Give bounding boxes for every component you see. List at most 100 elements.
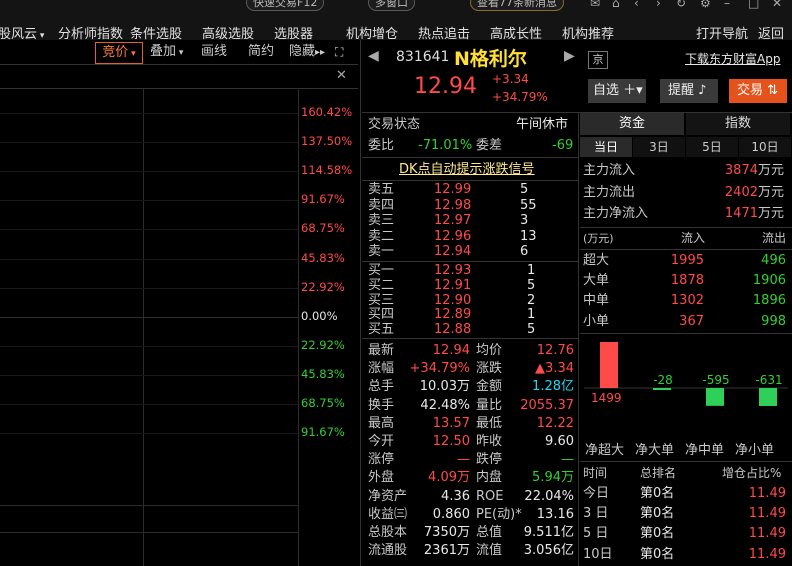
pct-label: 91.67% xyxy=(301,192,345,207)
news-button[interactable]: 查看77条新消息 xyxy=(470,0,564,11)
sell-level-volume: 3 xyxy=(520,213,529,228)
stat-label: ROE xyxy=(476,488,504,504)
next-stock-icon[interactable]: ▶ xyxy=(564,48,575,64)
order-ratio-value: -71.01% xyxy=(418,138,473,153)
tab-index[interactable]: 指数 xyxy=(686,113,790,135)
stat-value: 9.60 xyxy=(545,434,574,449)
buy-level-label: 买三 xyxy=(368,292,395,308)
multi-window-button[interactable]: 多窗口 xyxy=(368,0,415,11)
close-icon[interactable]: ✕ xyxy=(772,0,782,10)
divider xyxy=(580,227,792,228)
watchlist-label: 自选 xyxy=(593,83,620,98)
pct-label: 160.42% xyxy=(301,105,353,119)
period-tab[interactable]: 3日 xyxy=(633,137,685,157)
stock-code: 831641 xyxy=(396,49,450,65)
period-tab[interactable]: 10日 xyxy=(739,137,791,157)
stat-value: 4.09万 xyxy=(428,470,470,486)
sell-level-volume: 55 xyxy=(520,197,537,213)
simple-button[interactable]: 简约 xyxy=(248,42,274,64)
bar-label: 净小单 xyxy=(735,443,775,458)
stat-label: 净资产 xyxy=(368,488,408,504)
watchlist-button[interactable]: 自选 ＋▾ xyxy=(588,79,646,103)
maximize-icon[interactable]: □ xyxy=(748,0,759,10)
bar-label: 净超大 xyxy=(585,443,625,458)
fund-row-in: 367 xyxy=(679,313,704,329)
rank-share: 11.49 xyxy=(748,546,786,562)
stat-value: 10.03万 xyxy=(419,379,470,395)
hide-label: 隐藏 xyxy=(289,44,316,59)
sell-level-label: 卖四 xyxy=(368,197,395,213)
stat-label: 量比 xyxy=(476,397,503,413)
home-icon[interactable]: ⌂ xyxy=(612,0,620,10)
stat-label: PE(动)* xyxy=(476,506,522,522)
rank-share: 11.49 xyxy=(748,486,786,501)
exchange-badge: 京 xyxy=(588,51,608,69)
period-tab[interactable]: 5日 xyxy=(686,137,738,157)
stat-value: 42.48% xyxy=(420,397,470,413)
close-panel-icon[interactable]: ✕ xyxy=(336,68,347,83)
settings-icon[interactable]: ⚙ xyxy=(700,0,711,10)
minimize-icon[interactable]: – xyxy=(724,0,730,10)
buy-level-volume: 5 xyxy=(527,277,536,293)
stat-value: — xyxy=(561,452,574,468)
period-tab[interactable]: 当日 xyxy=(580,137,632,157)
alert-button[interactable]: 提醒 ♪ xyxy=(660,79,718,103)
stat-value: 1.28亿 xyxy=(532,379,574,395)
dk-signal-link[interactable]: DK点自动提示涨跌信号 xyxy=(399,160,535,179)
buy-level-label: 买五 xyxy=(368,322,395,338)
volume-divider xyxy=(0,505,298,506)
sell-level-label: 卖一 xyxy=(368,244,395,259)
stat-value: — xyxy=(457,452,470,468)
divider xyxy=(362,180,578,181)
divider xyxy=(362,261,578,262)
stat-label: 总手 xyxy=(368,379,395,395)
download-app-link[interactable]: 下载东方财富App xyxy=(685,50,780,67)
buy-level-price: 12.89 xyxy=(434,307,472,323)
chevron-down-icon: ▾ xyxy=(176,48,184,58)
prev-stock-icon[interactable]: ◀ xyxy=(368,48,379,64)
hide-button[interactable]: 隐藏▸▸ xyxy=(289,42,325,64)
net-big-bar xyxy=(653,388,671,390)
flow-value: 2402 xyxy=(724,184,758,200)
grid-line xyxy=(0,287,298,289)
quick-trade-button[interactable]: 快速交易F12 xyxy=(246,0,325,11)
rank-time: 5 日 xyxy=(583,526,609,542)
auction-button[interactable]: 竞价 ▾ xyxy=(95,42,143,64)
refresh-icon[interactable]: ↻ xyxy=(676,0,686,10)
trade-status-value: 午间休市 xyxy=(516,117,569,132)
stock-change: +3.34 xyxy=(492,72,529,86)
tab-fund[interactable]: 资金 xyxy=(580,113,684,135)
overlay-button[interactable]: 叠加 ▾ xyxy=(150,42,183,64)
bar-label: 净中单 xyxy=(685,443,725,458)
rank-value: 第0名 xyxy=(640,526,675,542)
stat-value: +34.79% xyxy=(409,361,470,377)
stat-label: 昨收 xyxy=(476,434,503,449)
net-super-value: 1499 xyxy=(591,391,622,405)
unit-label: (万元) xyxy=(583,232,614,245)
stat-value: 12.76 xyxy=(536,343,574,358)
sell-level-price: 12.94 xyxy=(434,244,472,259)
stat-value: 22.04% xyxy=(524,488,574,504)
flow-label: 主力流出 xyxy=(583,184,636,200)
back-icon[interactable]: ‹ xyxy=(634,0,639,10)
sell-level-label: 卖五 xyxy=(368,182,395,197)
stat-label: 跌停 xyxy=(476,452,503,468)
stat-value: 0.860 xyxy=(432,506,470,522)
flow-unit: 万元 xyxy=(758,206,785,221)
draw-line-button[interactable]: 画线 xyxy=(201,42,227,64)
mail-icon[interactable]: ✉ xyxy=(590,0,600,10)
forward-icon[interactable]: › xyxy=(656,0,661,10)
overlay-label: 叠加 xyxy=(150,44,177,59)
chevron-down-icon: ▾ xyxy=(128,49,136,59)
flow-label: 主力净流入 xyxy=(583,206,649,221)
buy-level-volume: 1 xyxy=(527,307,536,323)
fund-row-in: 1302 xyxy=(670,293,704,309)
out-header: 流出 xyxy=(762,231,787,245)
stat-label: 总股本 xyxy=(368,525,408,540)
trade-button[interactable]: 交易 ⇅ xyxy=(729,79,787,103)
rank-time-header: 时间 xyxy=(583,466,608,480)
pct-label: 22.92% xyxy=(301,279,345,294)
buy-level-price: 12.93 xyxy=(434,263,472,278)
fullscreen-icon[interactable]: ⛶ xyxy=(335,42,343,64)
net-small-value: -631 xyxy=(755,373,782,387)
